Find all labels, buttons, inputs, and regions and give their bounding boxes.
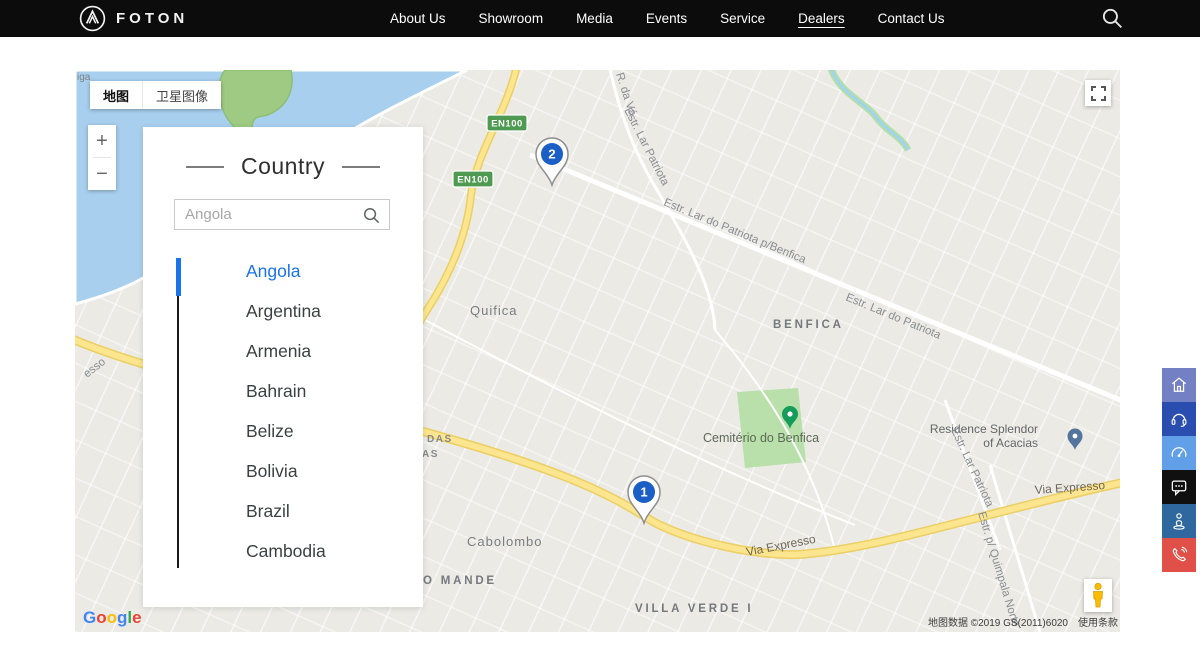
search-icon[interactable] — [362, 206, 381, 225]
zoom-control: + − — [88, 125, 116, 190]
phone-icon — [1169, 545, 1189, 565]
map-marker-2[interactable]: 2 — [536, 138, 568, 185]
map-label-quifica: Quifica — [470, 303, 517, 318]
map-label-residence-2: of Acacias — [983, 436, 1038, 450]
map-label-cemiterio: Cemitério do Benfica — [703, 431, 819, 445]
svg-text:EN100: EN100 — [457, 175, 489, 186]
nav-item-showroom[interactable]: Showroom — [479, 11, 544, 26]
map-attribution: 地图数据 ©2019 GS(2011)6020 使用条款 — [928, 614, 1118, 629]
road-label-estr-benfica: Estr. Lar do Patriota p/Benfica — [662, 197, 808, 267]
country-panel: Country Angola Argentina Armenia Bahrain… — [143, 127, 423, 607]
headset-icon — [1169, 409, 1189, 429]
google-logo[interactable]: Google — [83, 608, 142, 628]
road-badge-en100: EN100 — [487, 115, 527, 131]
country-list: Angola Argentina Armenia Bahrain Belize … — [143, 251, 423, 571]
nav-item-service[interactable]: Service — [720, 11, 765, 26]
gauge-button[interactable] — [1162, 436, 1196, 470]
road-label-estr-patriota: Estr. Lar do Patriota — [844, 292, 943, 342]
country-item-belize[interactable]: Belize — [246, 411, 423, 451]
nav-item-events[interactable]: Events — [646, 11, 687, 26]
map-label-residence-1: Residence Splendor — [930, 422, 1038, 436]
foton-logo-text: FOTON — [116, 10, 188, 27]
nav-item-about-us[interactable]: About Us — [390, 11, 446, 26]
street-view-button[interactable] — [1162, 504, 1196, 538]
gauge-icon — [1169, 443, 1189, 463]
pegman-button[interactable] — [1084, 579, 1112, 612]
map-type-satellite-button[interactable]: 卫星图像 — [142, 81, 221, 109]
road-label-fragment: esso — [81, 356, 108, 380]
residence-poi-icon[interactable] — [1068, 429, 1083, 451]
list-rule-line — [177, 296, 179, 568]
road-badge-en100: EN100 — [453, 171, 493, 187]
map-label-fragment: AS — [422, 449, 439, 460]
svg-text:EN100: EN100 — [491, 119, 523, 130]
svg-text:1: 1 — [640, 485, 647, 500]
home-button[interactable] — [1162, 368, 1196, 402]
map-type-map-button[interactable]: 地图 — [90, 81, 142, 109]
foton-logo-icon — [78, 4, 107, 33]
chat-button[interactable] — [1162, 470, 1196, 504]
headset-button[interactable] — [1162, 402, 1196, 436]
nav-item-media[interactable]: Media — [576, 11, 613, 26]
map-type-control: 地图 卫星图像 — [90, 81, 221, 109]
chat-icon — [1169, 477, 1189, 497]
country-search-box — [174, 199, 390, 230]
top-nav-bar: FOTON About Us Showroom Media Events Ser… — [0, 0, 1200, 37]
panel-title: Country — [241, 153, 325, 180]
map-label-o-mande: O MANDE — [423, 575, 497, 587]
map-data-credit: 地图数据 ©2019 GS(2011)6020 — [928, 614, 1068, 629]
fullscreen-button[interactable] — [1085, 80, 1111, 106]
country-item-bahrain[interactable]: Bahrain — [246, 371, 423, 411]
page: FOTON About Us Showroom Media Events Ser… — [0, 0, 1200, 650]
title-dash-right — [342, 166, 380, 168]
floating-contact-buttons — [1162, 368, 1196, 572]
country-item-angola[interactable]: Angola — [246, 251, 423, 291]
main-menu: About Us Showroom Media Events Service D… — [390, 0, 944, 37]
list-scroll-thumb[interactable] — [176, 258, 181, 296]
country-item-bolivia[interactable]: Bolivia — [246, 451, 423, 491]
road-label-quimpala: Estr. p/ Quimpala Norte — [975, 510, 1021, 628]
map-marker-1[interactable]: 1 — [628, 476, 660, 523]
home-icon — [1169, 375, 1189, 395]
zoom-in-button[interactable]: + — [88, 125, 116, 157]
map-label-cabolombo: Cabolombo — [467, 534, 543, 549]
search-icon[interactable] — [1100, 6, 1125, 31]
fullscreen-icon — [1091, 86, 1106, 101]
country-item-cambodia[interactable]: Cambodia — [246, 531, 423, 571]
svg-text:2: 2 — [548, 147, 555, 162]
map-label-benfica: BENFICA — [773, 319, 844, 331]
title-dash-left — [186, 166, 224, 168]
park-area — [737, 388, 806, 468]
nav-item-dealers[interactable]: Dealers — [798, 11, 845, 26]
terms-link[interactable]: 使用条款 — [1078, 614, 1118, 629]
road-label-lar-patriota: Estr. Lar Patriota — [621, 106, 671, 188]
country-item-armenia[interactable]: Armenia — [246, 331, 423, 371]
map-label-villa-verde: VILLA VERDE I — [635, 603, 753, 615]
country-search-input[interactable] — [175, 200, 389, 229]
nav-item-contact-us[interactable]: Contact Us — [878, 11, 945, 26]
list-scroll-rule — [176, 258, 181, 572]
panel-title-row: Country — [143, 153, 423, 180]
zoom-out-button[interactable]: − — [88, 158, 116, 190]
pegman-icon — [1090, 583, 1106, 608]
road-label-via-expresso: Via Expresso — [1034, 478, 1106, 497]
phone-button[interactable] — [1162, 538, 1196, 572]
street-view-icon — [1169, 511, 1189, 531]
map-label-fragment: DAS — [427, 434, 453, 445]
country-item-argentina[interactable]: Argentina — [246, 291, 423, 331]
map-label-fragment: iga — [77, 72, 91, 83]
country-item-brazil[interactable]: Brazil — [246, 491, 423, 531]
foton-logo[interactable]: FOTON — [78, 4, 188, 33]
